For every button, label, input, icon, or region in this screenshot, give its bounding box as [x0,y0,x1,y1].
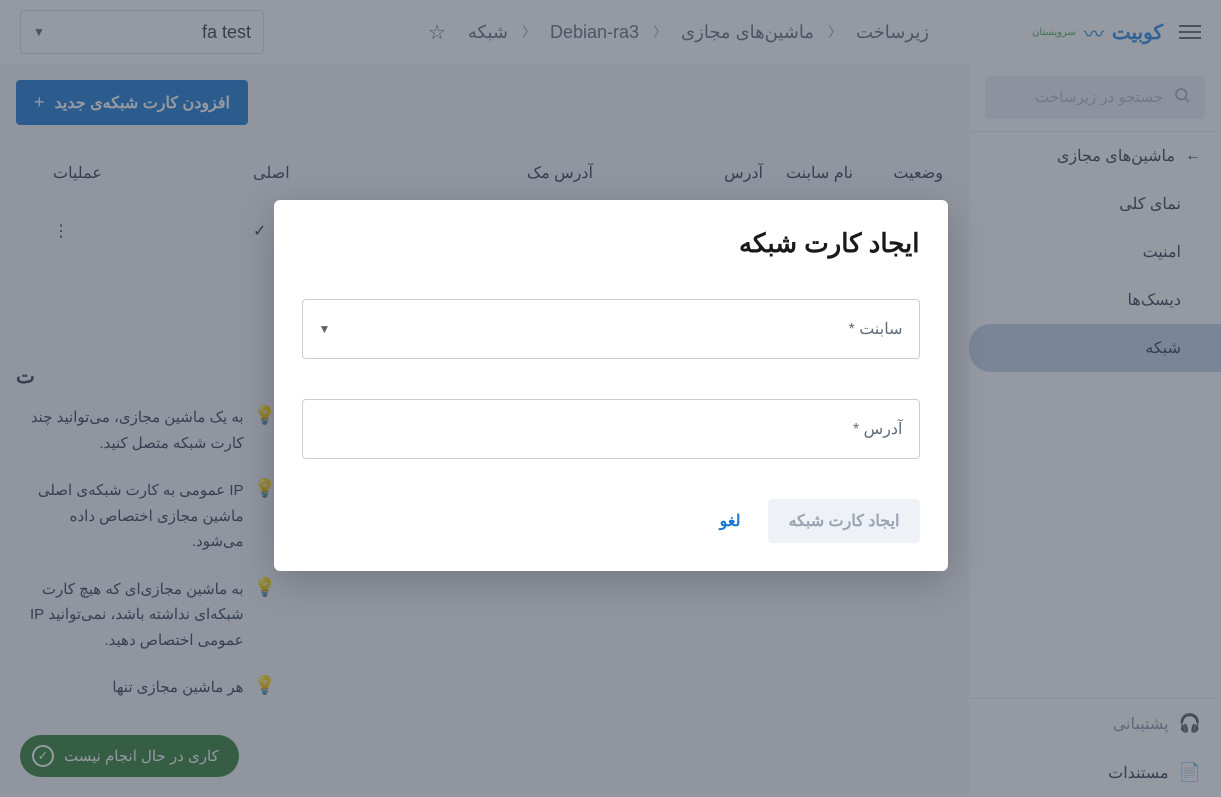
modal-overlay[interactable]: ایجاد کارت شبکه سابنت * ▼ آدرس * ایجاد ک… [0,0,1221,797]
create-nic-modal: ایجاد کارت شبکه سابنت * ▼ آدرس * ایجاد ک… [274,200,948,571]
caret-down-icon: ▼ [319,322,331,336]
subnet-select[interactable]: سابنت * ▼ [302,299,920,359]
cancel-button[interactable]: لغو [704,499,757,543]
modal-title: ایجاد کارت شبکه [302,228,920,259]
modal-actions: ایجاد کارت شبکه لغو [302,499,920,543]
subnet-label: سابنت * [849,319,903,339]
address-label: آدرس * [853,419,903,439]
address-input[interactable]: آدرس * [302,399,920,459]
create-button[interactable]: ایجاد کارت شبکه [768,499,919,543]
